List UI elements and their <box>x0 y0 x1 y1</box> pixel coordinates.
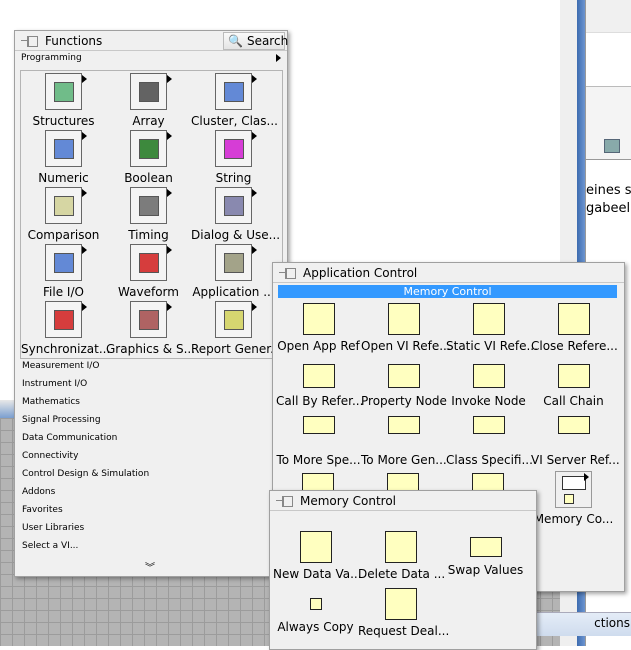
category-select-a-vi[interactable]: Select a VI... <box>22 541 78 551</box>
palette-item-open-app-ref[interactable]: Open App Ref <box>276 303 361 353</box>
palette-item-waveform[interactable]: Waveform <box>106 244 191 299</box>
class-specifi-icon <box>472 416 505 434</box>
category-control-design-simulation[interactable]: Control Design & Simulation <box>22 469 149 479</box>
palette-item-array[interactable]: Array <box>106 73 191 128</box>
call-chain-icon <box>557 364 590 388</box>
category-connectivity[interactable]: Connectivity <box>22 451 78 461</box>
palette-item-memory-control[interactable]: Memory Co... <box>531 471 616 526</box>
window-bar <box>0 400 14 418</box>
expand-arrow-icon <box>276 54 281 62</box>
category-instrument-i-o[interactable]: Instrument I/O <box>22 379 87 389</box>
palette-item-call-chain[interactable]: Call Chain <box>531 364 616 408</box>
category-mathematics[interactable]: Mathematics <box>22 397 80 407</box>
request-deal-icon <box>384 588 417 620</box>
palette-item-property-node[interactable]: Property Node <box>361 364 447 408</box>
exit-icon <box>472 473 504 491</box>
double-chevron-down-icon[interactable]: ︾ <box>145 559 155 574</box>
palette-item-application[interactable]: Application ... <box>191 244 276 299</box>
numeric-icon <box>45 130 87 167</box>
static-vi-refe-icon <box>472 303 505 335</box>
palette-item-timing[interactable]: Timing <box>106 187 191 242</box>
palette-item-call-by-refer[interactable]: Call By Refer... <box>276 364 363 408</box>
invoke-node-icon <box>472 364 505 388</box>
boolean-icon <box>130 130 172 167</box>
doc-text: gabeel <box>586 201 631 216</box>
report-gener-icon <box>215 301 257 338</box>
dialog-use-icon <box>215 187 257 224</box>
comparison-icon <box>45 187 87 224</box>
cast-icon <box>302 473 334 491</box>
call-by-refer-icon <box>302 364 335 388</box>
open-app-ref-icon <box>302 303 335 335</box>
category-programming[interactable]: Programming <box>15 51 287 65</box>
palette-item-delete-data[interactable]: Delete Data ... <box>358 531 445 581</box>
highlighted-item-memory-control[interactable]: Memory Control <box>278 285 617 298</box>
swap-values-icon <box>469 537 502 557</box>
close-refere-icon <box>557 303 590 335</box>
search-button[interactable]: 🔍 Search <box>223 32 288 50</box>
palette-item-structures[interactable]: Structures <box>21 73 106 128</box>
search-icon: 🔍 <box>228 34 243 48</box>
palette-item-vi-server-ref[interactable]: VI Server Ref... <box>531 416 620 467</box>
pin-icon[interactable] <box>21 35 38 47</box>
palette-item-string[interactable]: String <box>191 130 276 185</box>
category-addons[interactable]: Addons <box>22 487 55 497</box>
category-measurement-i-o[interactable]: Measurement I/O <box>22 361 99 371</box>
file-i-o-icon <box>45 244 87 281</box>
palette-item-new-data-va[interactable]: New Data Va... <box>273 531 362 581</box>
pin-icon[interactable] <box>279 267 296 279</box>
palette-item-to-more-gen[interactable]: To More Gen... <box>361 416 447 467</box>
stop-icon <box>387 473 419 491</box>
palette-item-static-vi-refe[interactable]: Static VI Refe... <box>446 303 538 353</box>
palette-item-request-deal[interactable]: Request Deal... <box>358 588 449 638</box>
palette-item-boolean[interactable]: Boolean <box>106 130 191 185</box>
programming-subpalette: Structures Array Cluster, Clas... Numeric Bo… <box>20 70 283 359</box>
vi-server-ref-icon <box>557 416 590 434</box>
palette-item-class-specifi[interactable]: Class Specifi... <box>446 416 533 467</box>
delete-data-icon <box>384 531 417 563</box>
category-favorites[interactable]: Favorites <box>22 505 63 515</box>
palette-item-synchronizat[interactable]: Synchronizat... <box>21 301 110 356</box>
open-vi-refe-icon <box>387 303 420 335</box>
category-signal-processing[interactable]: Signal Processing <box>22 415 101 425</box>
palette-title: Functions <box>45 33 103 48</box>
palette-item-comparison[interactable]: Comparison <box>21 187 106 242</box>
functions-palette: Functions 🔍 Search Programming Structures… <box>14 30 288 577</box>
string-icon <box>215 130 257 167</box>
to-more-gen-icon <box>387 416 420 434</box>
palette-title: Application Control <box>303 265 418 280</box>
palette-title: Memory Control <box>300 493 396 508</box>
palette-item-to-more-spe[interactable]: To More Spe... <box>276 416 361 467</box>
synchronizat-icon <box>45 301 87 338</box>
application-icon <box>215 244 257 281</box>
category-user-libraries[interactable]: User Libraries <box>22 523 84 533</box>
palette-item-swap-values[interactable]: Swap Values <box>443 531 528 577</box>
timing-icon <box>130 187 172 224</box>
array-icon <box>130 73 172 110</box>
print-icon[interactable] <box>604 139 620 153</box>
property-node-icon <box>387 364 420 388</box>
palette-item-always-copy[interactable]: Always Copy <box>273 588 358 634</box>
functions-tab[interactable]: ctions <box>536 616 631 630</box>
palette-item-cluster-clas[interactable]: Cluster, Clas... <box>191 73 278 128</box>
palette-item-graphics-s[interactable]: Graphics & S... <box>106 301 195 356</box>
palette-item-report-gener[interactable]: Report Gener... <box>191 301 282 356</box>
palette-item-open-vi-refe[interactable]: Open VI Refe... <box>361 303 451 353</box>
pin-icon[interactable] <box>276 495 293 507</box>
always-copy-icon <box>309 598 322 610</box>
doc-text: eines s <box>586 183 631 198</box>
palette-item-file-i-o[interactable]: File I/O <box>21 244 106 299</box>
palette-item-numeric[interactable]: Numeric <box>21 130 106 185</box>
category-data-communication[interactable]: Data Communication <box>22 433 117 443</box>
cluster-clas-icon <box>215 73 257 110</box>
new-data-va-icon <box>299 531 332 563</box>
graphics-s-icon <box>130 301 172 338</box>
to-more-spe-icon <box>302 416 335 434</box>
memory-control-palette: Memory Control New Data Va... Delete Data… <box>269 490 537 650</box>
palette-item-invoke-node[interactable]: Invoke Node <box>446 364 531 408</box>
palette-item-dialog-use[interactable]: Dialog & Use... <box>191 187 280 242</box>
waveform-icon <box>130 244 172 281</box>
structures-icon <box>45 73 87 110</box>
palette-item-close-refere[interactable]: Close Refere... <box>531 303 618 353</box>
